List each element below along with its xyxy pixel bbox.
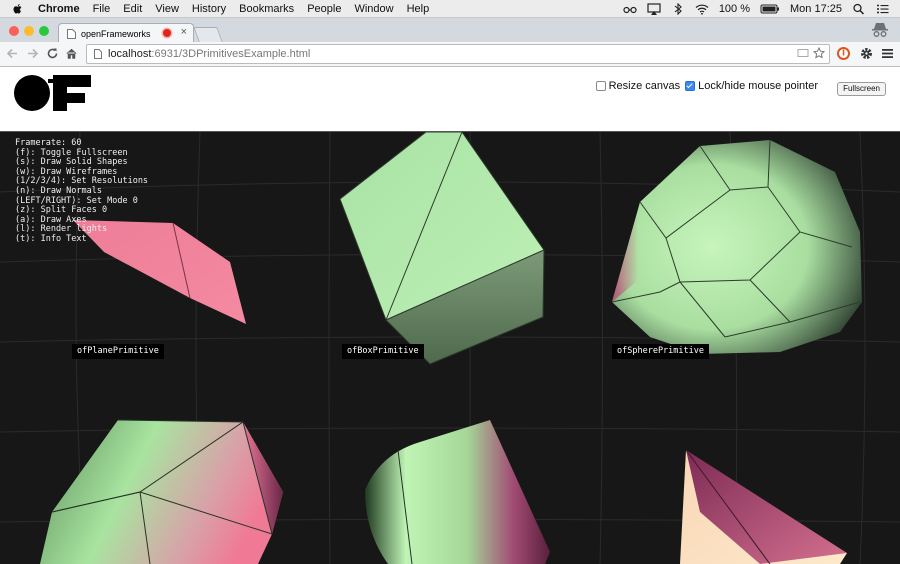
- address-bar[interactable]: localhost:6931/3DPrimitivesExample.html: [86, 44, 830, 64]
- cone-primitive: [680, 449, 847, 564]
- recording-indicator-icon: [163, 29, 171, 37]
- cylinder-primitive: [365, 420, 550, 564]
- glasses-icon[interactable]: [623, 3, 637, 15]
- window-zoom-button[interactable]: [39, 26, 49, 36]
- url-host: localhost: [108, 48, 152, 60]
- back-arrow-icon[interactable]: [6, 47, 19, 60]
- close-icon[interactable]: ×: [181, 26, 187, 38]
- cast-icon[interactable]: [797, 47, 809, 59]
- airplay-icon[interactable]: [647, 2, 661, 15]
- info-line: (t): Info Text: [15, 233, 87, 244]
- incognito-icon: [872, 23, 888, 37]
- lock-pointer-label: Lock/hide mouse pointer: [698, 80, 818, 92]
- resize-canvas-label: Resize canvas: [608, 80, 681, 92]
- resize-canvas-checkbox[interactable]: [595, 81, 606, 91]
- page-header: Resize canvas Lock/hide mouse pointer Fu…: [0, 67, 900, 131]
- home-icon[interactable]: [65, 47, 78, 60]
- icosphere-primitive: [40, 419, 283, 564]
- webgl-canvas[interactable]: Framerate: 60 (f): Toggle Fullscreen (s): …: [0, 131, 900, 564]
- battery-percent: 100 %: [718, 2, 751, 15]
- box-label: ofBoxPrimitive: [342, 344, 424, 359]
- forward-arrow-icon[interactable]: [26, 47, 39, 60]
- tab-openframeworks[interactable]: openFrameworks ×: [58, 23, 194, 43]
- window-minimize-button[interactable]: [24, 26, 34, 36]
- mac-menu-bar: Chrome File Edit View History Bookmarks …: [0, 0, 900, 18]
- lock-pointer-checkbox[interactable]: [685, 81, 696, 91]
- menu-bookmarks[interactable]: Bookmarks: [239, 3, 294, 15]
- menu-app-chrome[interactable]: Chrome: [38, 3, 80, 15]
- bookmark-star-icon[interactable]: [813, 47, 825, 59]
- page-info-icon[interactable]: [94, 49, 102, 59]
- notification-center-icon[interactable]: [876, 3, 890, 15]
- url-path: :6931/3DPrimitivesExample.html: [151, 48, 311, 60]
- menu-file[interactable]: File: [93, 3, 111, 15]
- menubar-clock[interactable]: Mon 17:25: [790, 3, 842, 15]
- canvas-controls: Resize canvas Lock/hide mouse pointer: [595, 80, 823, 92]
- menu-history[interactable]: History: [192, 3, 226, 15]
- wifi-icon[interactable]: [695, 3, 709, 15]
- openframeworks-logo: [14, 75, 91, 111]
- page-icon: [67, 28, 76, 39]
- extension-red-icon[interactable]: [836, 46, 851, 61]
- tab-title: openFrameworks: [81, 28, 151, 39]
- tab-strip: openFrameworks ×: [0, 18, 900, 43]
- browser-toolbar: localhost:6931/3DPrimitivesExample.html: [0, 42, 900, 67]
- box-primitive: [339, 132, 545, 365]
- menu-people[interactable]: People: [307, 3, 341, 15]
- spotlight-search-icon[interactable]: [852, 3, 866, 15]
- menu-window[interactable]: Window: [354, 3, 393, 15]
- plane-label: ofPlanePrimitive: [72, 344, 164, 359]
- hamburger-menu-icon[interactable]: [880, 46, 895, 61]
- gear-icon[interactable]: [859, 46, 874, 61]
- window-close-button[interactable]: [9, 26, 19, 36]
- bluetooth-icon[interactable]: [671, 2, 685, 15]
- new-tab-button[interactable]: [193, 27, 223, 42]
- sphere-label: ofSpherePrimitive: [612, 344, 709, 359]
- battery-icon[interactable]: [760, 3, 780, 15]
- reload-icon[interactable]: [46, 47, 59, 60]
- apple-icon[interactable]: [12, 3, 24, 15]
- menu-edit[interactable]: Edit: [123, 3, 142, 15]
- info-text-overlay: Framerate: 60 (f): Toggle Fullscreen (s): …: [15, 138, 148, 245]
- menu-view[interactable]: View: [155, 3, 179, 15]
- fullscreen-button[interactable]: Fullscreen: [837, 82, 886, 96]
- menu-help[interactable]: Help: [407, 3, 430, 15]
- sphere-primitive: [611, 139, 862, 354]
